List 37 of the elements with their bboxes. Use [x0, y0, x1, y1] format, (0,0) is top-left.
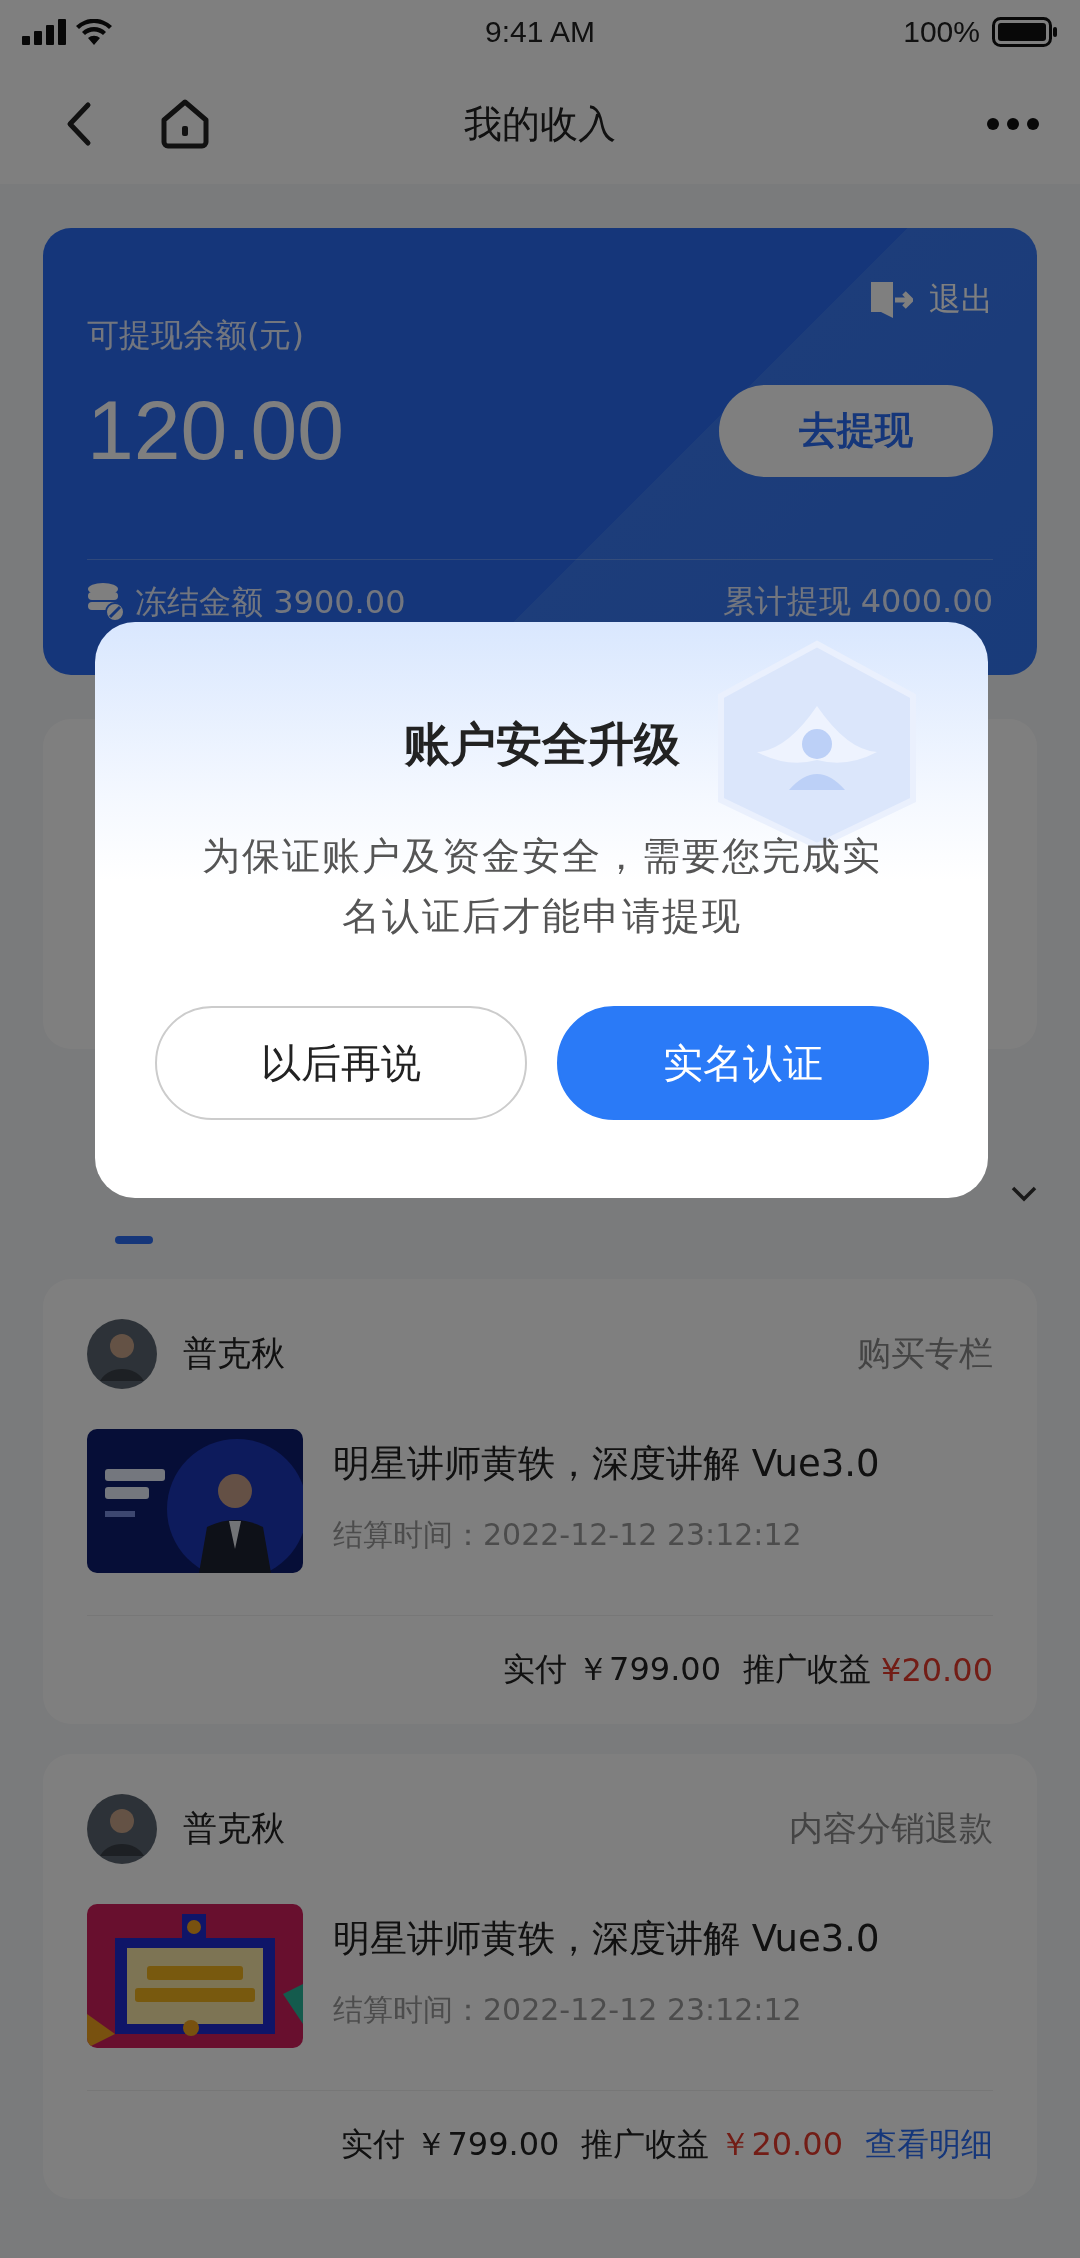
- dialog-title: 账户安全升级: [403, 716, 680, 773]
- earnings-label: 推广收益: [743, 1649, 872, 1690]
- dialog-message: 为保证账户及资金安全，需要您完成实名认证后才能申请提现: [200, 833, 883, 940]
- more-icon[interactable]: [986, 117, 1040, 131]
- paid-amount: 实付 ￥799.00: [502, 1649, 722, 1690]
- page-title: 我的收入: [464, 100, 616, 148]
- status-time: 9:41 AM: [484, 15, 596, 49]
- earnings-amount: ¥20.00: [881, 1651, 993, 1689]
- record-type: 购买专栏: [857, 1332, 993, 1375]
- battery-icon: [992, 17, 1058, 47]
- signal-icon: [22, 19, 66, 45]
- exit-icon: [869, 280, 913, 320]
- tab-indicator: [115, 1236, 153, 1244]
- record-type: 内容分销退款: [789, 1807, 993, 1850]
- wifi-icon: [76, 19, 112, 45]
- chevron-down-icon[interactable]: [1011, 1186, 1037, 1202]
- battery-percentage: 100%: [903, 15, 980, 49]
- course-title: 明星讲师黄轶，深度讲解 Vue3.0: [333, 1441, 880, 1487]
- coins-icon: [87, 582, 125, 622]
- earnings-label: 推广收益: [581, 2124, 710, 2165]
- total-withdrawn: 累计提现 4000.00: [722, 582, 993, 622]
- balance-label: 可提现余额(元): [87, 315, 304, 356]
- course-title: 明星讲师黄轶，深度讲解 Vue3.0: [333, 1916, 880, 1962]
- avatar-icon: [87, 1794, 157, 1864]
- avatar-icon: [87, 1319, 157, 1389]
- withdraw-button[interactable]: 去提现: [719, 384, 993, 477]
- verify-button[interactable]: 实名认证: [556, 1006, 929, 1120]
- balance-amount: 120.00: [87, 382, 344, 479]
- home-icon[interactable]: [160, 98, 210, 150]
- exit-button[interactable]: 退出: [869, 278, 993, 322]
- earnings-amount: ￥20.00: [719, 2124, 843, 2165]
- frozen-amount: 冻结金额 3900.00: [135, 583, 406, 621]
- view-details-link[interactable]: 查看明细: [865, 2123, 993, 2167]
- user-name: 普克秋: [183, 1807, 285, 1850]
- later-button[interactable]: 以后再说: [154, 1006, 527, 1120]
- paid-amount: 实付 ￥799.00: [341, 2124, 560, 2165]
- user-name: 普克秋: [183, 1332, 285, 1375]
